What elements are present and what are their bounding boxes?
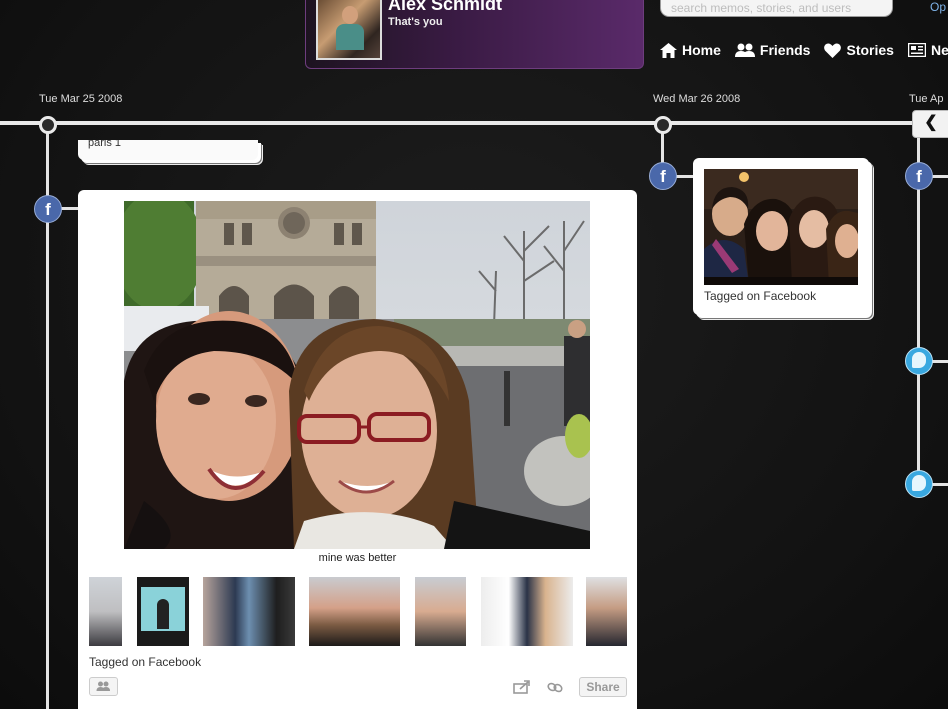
avatar-head (342, 6, 358, 24)
chevron-left-icon: ❮ (924, 114, 938, 131)
tagged-label: Tagged on Facebook (704, 289, 817, 303)
share-button[interactable]: Share (579, 677, 627, 697)
photo-thumbnail[interactable] (309, 577, 400, 646)
memo-title: paris 1 (88, 140, 122, 149)
timeline-date: Wed Mar 26 2008 (653, 93, 741, 105)
people-icon (96, 681, 110, 691)
photo-thumbnail[interactable] (89, 577, 122, 646)
avatar-shirt (336, 24, 364, 50)
nav-news-label: New (930, 42, 948, 58)
main-photo-image (124, 201, 590, 549)
facebook-icon[interactable]: f (34, 195, 62, 223)
memo-card-stacked[interactable]: paris 1 (78, 140, 258, 160)
timeline-axis (0, 121, 948, 125)
options-link[interactable]: Op (930, 0, 946, 14)
profile-subtitle: That's you (388, 16, 443, 28)
export-icon[interactable] (513, 680, 531, 694)
photo-thumbnail[interactable] (137, 577, 189, 646)
facebook-icon[interactable]: f (905, 162, 933, 190)
nav-home-label: Home (682, 42, 721, 58)
main-photo[interactable] (124, 201, 590, 549)
search-input[interactable] (660, 0, 893, 17)
nav-friends-label: Friends (759, 42, 811, 58)
photo-thumbnail[interactable] (481, 577, 573, 646)
photo-caption: mine was better (318, 552, 397, 564)
friends-icon (734, 43, 755, 57)
collapse-button[interactable]: ❮ (912, 110, 948, 138)
facebook-icon[interactable]: f (649, 162, 677, 190)
side-photo[interactable] (704, 169, 858, 285)
twitter-icon[interactable] (905, 347, 933, 375)
photo-memo-card-small[interactable]: Tagged on Facebook (693, 158, 869, 315)
main-nav: Home Friends Stories New (660, 42, 948, 58)
timeline-date: Tue Mar 25 2008 (39, 93, 123, 105)
timeline-node[interactable] (39, 116, 57, 134)
tagged-label: Tagged on Facebook (89, 655, 202, 669)
side-photo-image (704, 169, 858, 285)
photo-thumbnail[interactable] (415, 577, 466, 646)
timeline-date: Tue Ap (909, 93, 944, 105)
nav-news[interactable]: New (907, 42, 948, 58)
photo-thumbnail[interactable] (203, 577, 295, 646)
home-icon (660, 42, 677, 58)
nav-friends[interactable]: Friends (734, 42, 811, 58)
nav-home[interactable]: Home (660, 42, 721, 58)
news-icon (907, 43, 926, 57)
link-icon[interactable] (546, 680, 564, 694)
profile-panel[interactable]: Alex Schmidt That's you (305, 0, 644, 69)
photo-thumbnail[interactable] (586, 577, 627, 646)
timeline-node[interactable] (654, 116, 672, 134)
nav-stories-label: Stories (846, 42, 894, 58)
tag-people-button[interactable] (89, 677, 118, 696)
nav-stories[interactable]: Stories (824, 42, 894, 58)
heart-icon (824, 43, 842, 58)
profile-name[interactable]: Alex Schmidt (388, 0, 502, 15)
photo-memo-card[interactable]: mine was better Tagged on Facebook Share (78, 190, 637, 709)
twitter-icon[interactable] (905, 470, 933, 498)
profile-avatar[interactable] (316, 0, 382, 60)
